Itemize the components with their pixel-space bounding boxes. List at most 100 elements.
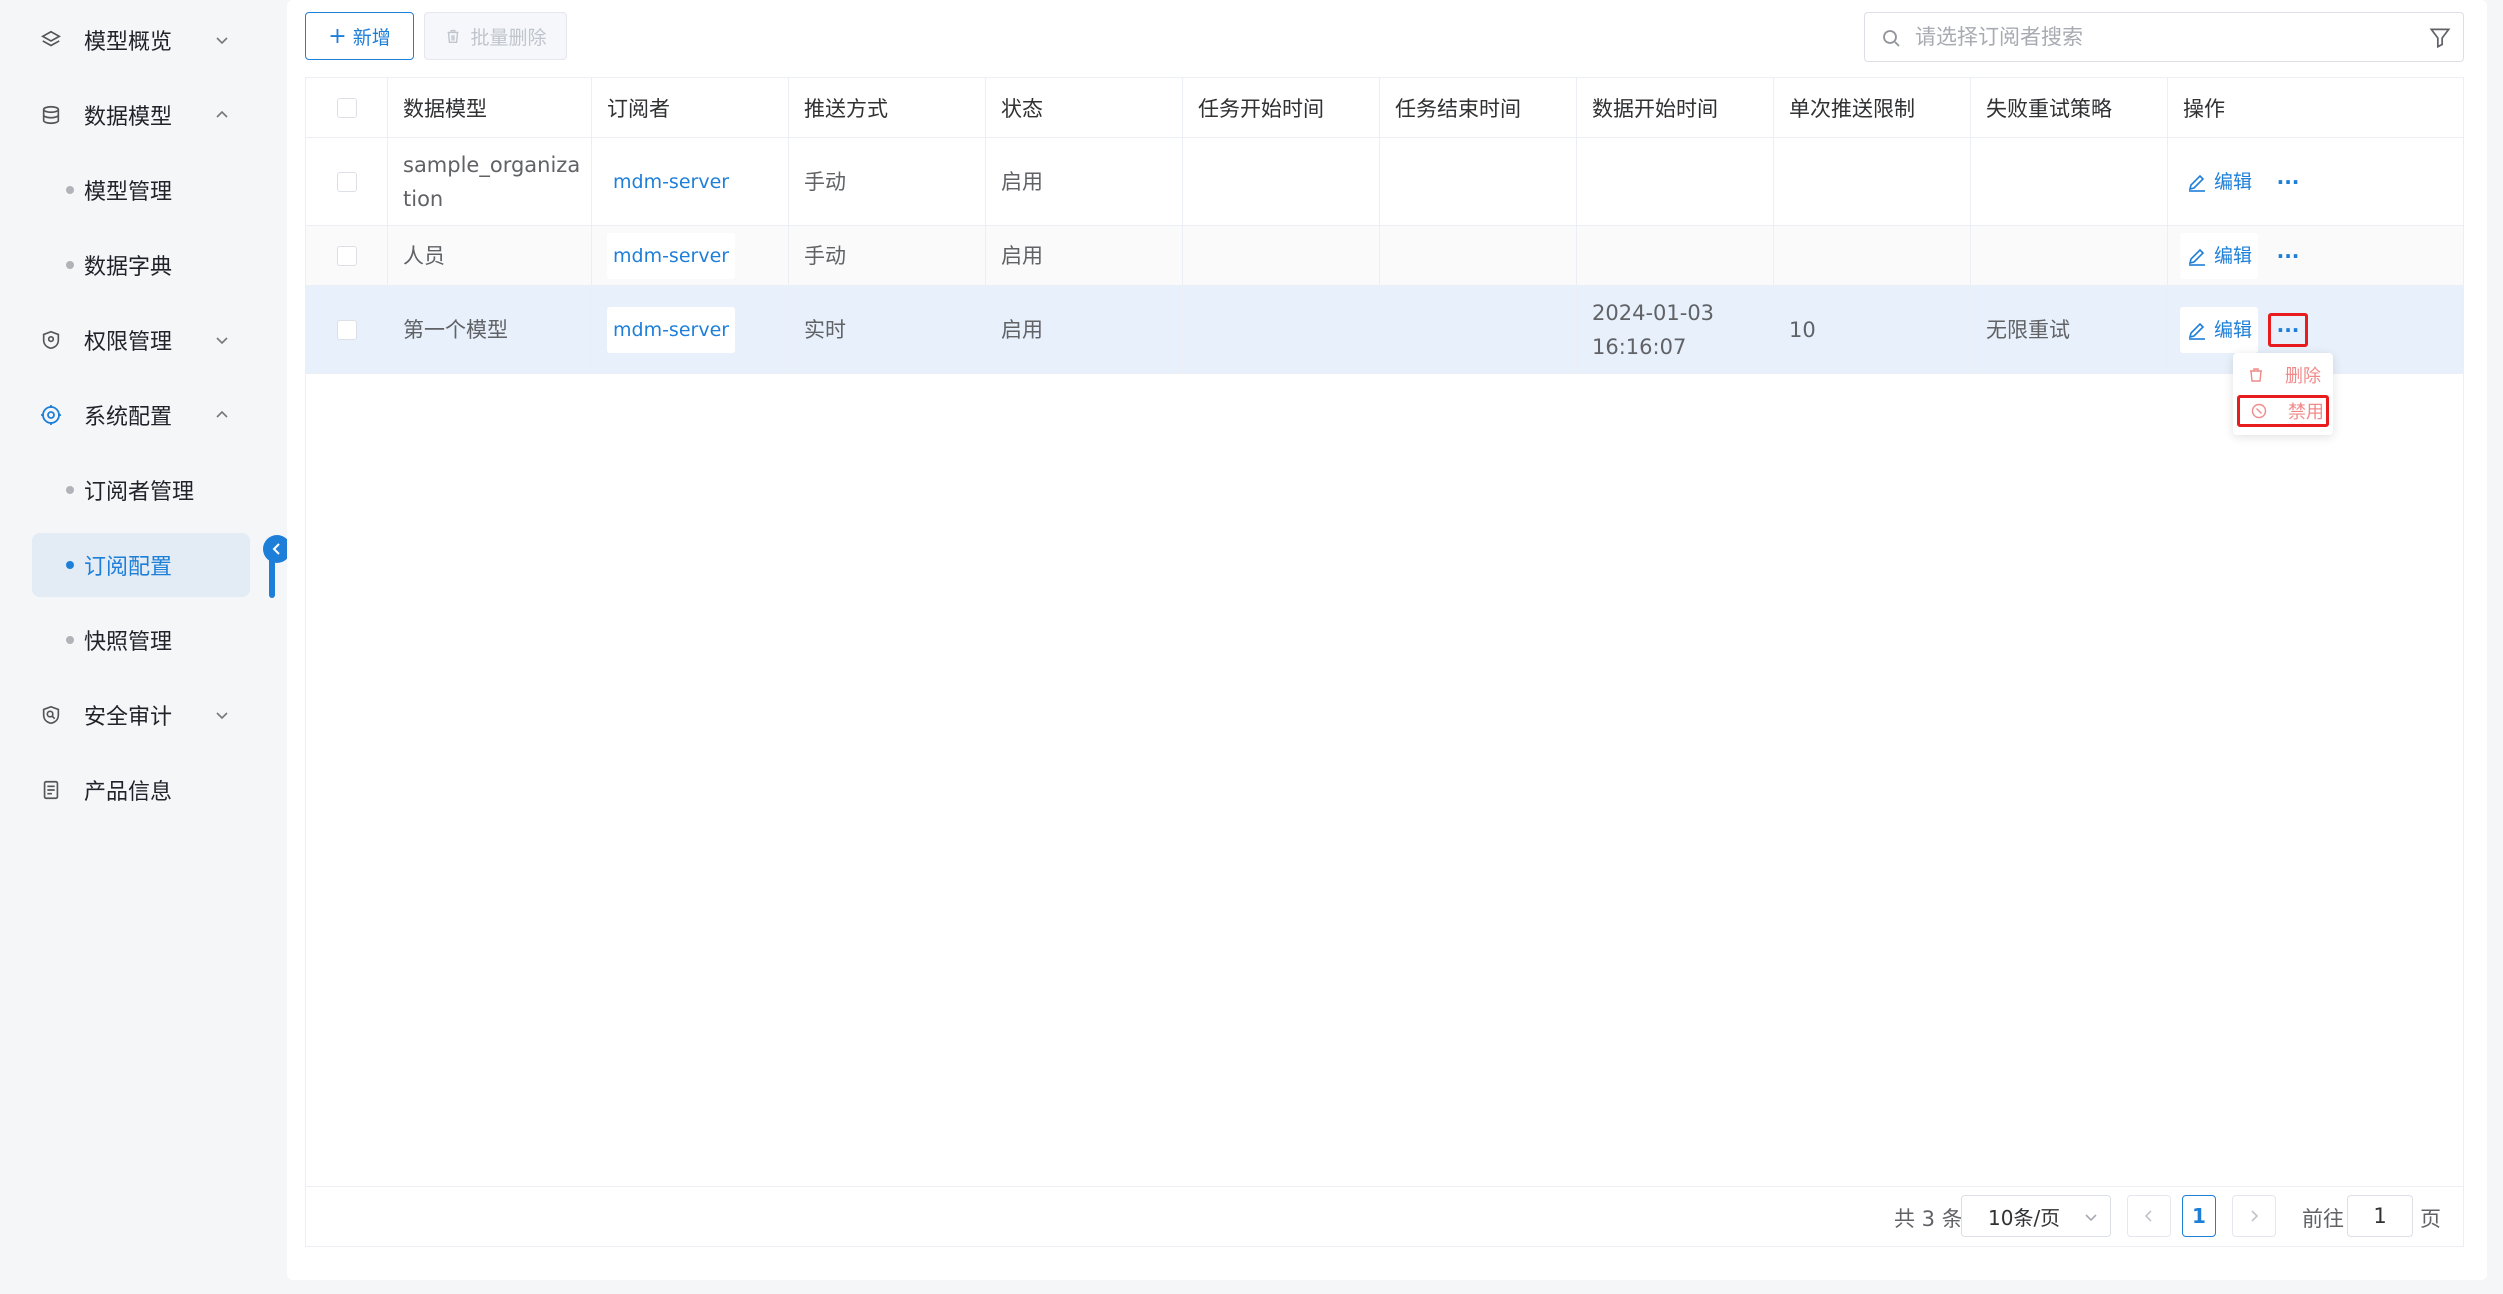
sidebar-item-model-overview[interactable]: 模型概览 [0, 8, 250, 72]
disable-menu-item[interactable]: 禁用 [2237, 395, 2329, 427]
column-header[interactable]: 数据模型 [388, 78, 592, 137]
sidebar-item-product-info[interactable]: 产品信息 [0, 758, 250, 822]
settings-icon [36, 400, 66, 430]
subscriber-search[interactable] [1864, 12, 2464, 62]
bullet-dot [66, 636, 74, 644]
chevron-left-icon [2144, 1210, 2152, 1222]
sidebar-item-security-audit[interactable]: 安全审计 [0, 683, 250, 747]
table-row[interactable]: sample_organization mdm-server 手动 启用 编辑 … [306, 138, 2463, 226]
pencil-icon [2188, 322, 2205, 340]
edit-button[interactable]: 编辑 [2180, 306, 2259, 353]
trash-icon [448, 29, 459, 43]
sidebar-item-label: 数据模型 [84, 105, 173, 130]
sidebar-subitem-label: 模型管理 [84, 180, 173, 205]
model-cell: sample_organization [388, 138, 592, 225]
trash-icon [2250, 368, 2262, 382]
filter-icon[interactable] [2427, 25, 2453, 51]
search-icon [1883, 30, 1900, 47]
sidebar-subitem-model-management[interactable]: 模型管理 [32, 158, 250, 222]
column-header[interactable]: 状态 [986, 78, 1183, 137]
more-actions-dropdown: 删除 禁用 [2233, 353, 2333, 435]
page-number-button[interactable]: 1 [2182, 1195, 2216, 1237]
more-actions-button[interactable]: ··· [2268, 165, 2308, 199]
chevron-down-icon [216, 37, 228, 45]
plus-icon: + [328, 23, 347, 49]
chevron-down-icon [2085, 1214, 2097, 1222]
column-header[interactable]: 任务开始时间 [1183, 78, 1380, 137]
document-icon [36, 775, 66, 805]
sidebar-subitem-label: 快照管理 [84, 630, 173, 655]
column-header[interactable]: 任务结束时间 [1380, 78, 1577, 137]
sidebar-subitem-subscription-config[interactable]: 订阅配置 [32, 533, 250, 597]
bullet-dot [66, 486, 74, 494]
more-actions-button[interactable]: ··· [2268, 312, 2309, 347]
shield-icon [36, 325, 66, 355]
data-start-cell [1577, 138, 1774, 225]
sidebar-subitem-label: 订阅配置 [84, 555, 173, 580]
column-header[interactable]: 订阅者 [592, 78, 789, 137]
select-all-checkbox[interactable] [336, 97, 357, 118]
pencil-icon [2188, 174, 2205, 192]
row-select-cell [306, 226, 388, 285]
page-size-value: 10条/页 [1988, 1205, 2061, 1230]
column-header[interactable]: 数据开始时间 [1577, 78, 1774, 137]
row-checkbox[interactable] [336, 245, 357, 266]
subscriber-tag: mdm-server [607, 306, 736, 353]
column-header[interactable]: 推送方式 [789, 78, 986, 137]
search-input[interactable] [1915, 21, 2395, 53]
chevron-down-icon [216, 337, 228, 345]
push-limit-cell: 10 [1774, 286, 1971, 373]
push-mode-cell: 实时 [789, 286, 986, 373]
data-start-cell [1577, 226, 1774, 285]
sidebar-subitem-subscriber-management[interactable]: 订阅者管理 [32, 458, 250, 522]
edit-button[interactable]: 编辑 [2180, 232, 2259, 279]
status-cell: 启用 [986, 138, 1183, 225]
layers-icon [36, 25, 66, 55]
bullet-dot [66, 261, 74, 269]
column-header[interactable]: 失败重试策略 [1971, 78, 2168, 137]
sidebar-item-label: 模型概览 [84, 30, 173, 55]
delete-label: 删除 [2285, 366, 2321, 387]
batch-delete-label: 批量删除 [470, 26, 547, 49]
database-icon [36, 100, 66, 130]
audit-shield-icon [36, 700, 66, 730]
page-size-select[interactable]: 10条/页 [1961, 1195, 2111, 1237]
task-end-cell [1380, 226, 1577, 285]
sidebar-subitem-snapshot-management[interactable]: 快照管理 [32, 608, 250, 672]
row-checkbox[interactable] [336, 319, 357, 340]
sidebar-subitem-data-dictionary[interactable]: 数据字典 [32, 233, 250, 297]
chevron-up-icon [216, 410, 228, 418]
sidebar-item-label: 系统配置 [84, 405, 173, 430]
column-header[interactable]: 单次推送限制 [1774, 78, 1971, 137]
retry-policy-cell [1971, 138, 2168, 225]
push-mode-cell: 手动 [789, 138, 986, 225]
add-button[interactable]: + 新增 [305, 12, 414, 60]
sidebar: 模型概览 数据模型 模型管理 数据字典 权限管理 系统配置 订阅者管理 订阅配置… [0, 0, 291, 1294]
batch-delete-button[interactable]: 批量删除 [424, 12, 567, 60]
pencil-icon [2188, 248, 2205, 266]
table-row[interactable]: 第一个模型 mdm-server 实时 启用 2024-01-03 16:16:… [306, 286, 2463, 374]
subscriber-cell: mdm-server [592, 138, 789, 225]
prev-page-button[interactable] [2127, 1195, 2171, 1237]
pagination: 共 3 条 10条/页 1 前往 页 [306, 1186, 2463, 1246]
total-count: 共 3 条 [1894, 1207, 1963, 1231]
sidebar-item-data-model[interactable]: 数据模型 [0, 83, 250, 147]
row-checkbox[interactable] [336, 171, 357, 192]
bullet-dot [66, 561, 74, 569]
page-unit-label: 页 [2420, 1207, 2441, 1231]
more-actions-button[interactable]: ··· [2268, 239, 2308, 273]
table-row[interactable]: 人员 mdm-server 手动 启用 编辑 ··· [306, 226, 2463, 286]
next-page-button[interactable] [2232, 1195, 2276, 1237]
subscriber-cell: mdm-server [592, 286, 789, 373]
delete-menu-item[interactable]: 删除 [2237, 359, 2329, 391]
row-select-cell [306, 286, 388, 373]
goto-page-input[interactable] [2347, 1195, 2413, 1237]
chevron-left-icon [272, 543, 280, 555]
column-header: 操作 [2183, 96, 2225, 121]
sidebar-item-system-config[interactable]: 系统配置 [0, 383, 250, 447]
push-limit-cell [1774, 226, 1971, 285]
sidebar-subitem-label: 订阅者管理 [84, 480, 195, 505]
sidebar-item-label: 权限管理 [84, 330, 173, 355]
edit-button[interactable]: 编辑 [2180, 158, 2259, 205]
sidebar-item-permission[interactable]: 权限管理 [0, 308, 250, 372]
